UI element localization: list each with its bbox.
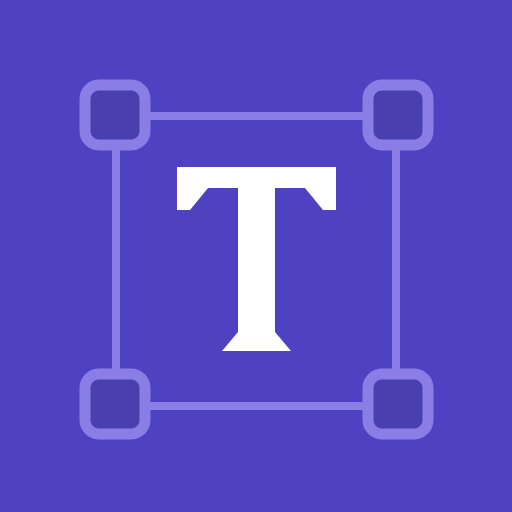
- text-transform-icon: [0, 0, 512, 512]
- resize-handle-bottom-left-icon: [79, 368, 151, 440]
- resize-handle-top-right-icon: [362, 79, 434, 151]
- resize-handle-bottom-right-icon: [362, 368, 434, 440]
- resize-handle-top-left-icon: [79, 79, 151, 151]
